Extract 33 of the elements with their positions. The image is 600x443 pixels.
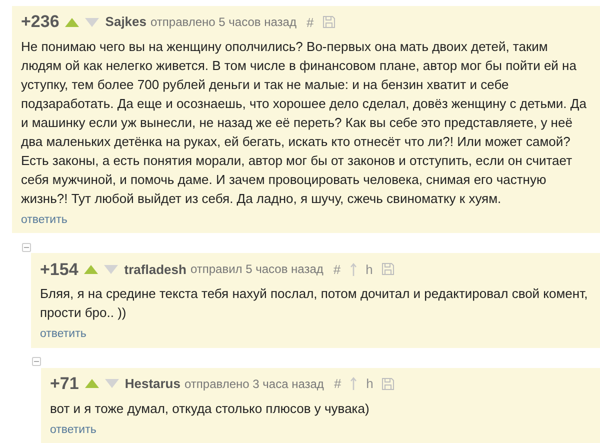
downvote-icon[interactable] (104, 379, 119, 388)
upvote-icon[interactable] (65, 18, 80, 26)
tool-link[interactable]: # (334, 377, 342, 390)
downvote-icon[interactable] (85, 18, 100, 26)
save-icon[interactable] (382, 378, 394, 390)
reply-link[interactable]: ответить (40, 326, 86, 344)
author-link[interactable]: trafladesh (124, 260, 186, 279)
tool-link[interactable]: # (306, 16, 314, 28)
collapse-icon[interactable] (32, 357, 41, 366)
upvote-icon[interactable] (84, 379, 99, 388)
comment-time: отправил 5 часов назад (190, 261, 324, 278)
tool-link[interactable]: # (333, 262, 341, 276)
reply-link[interactable]: ответить (21, 212, 68, 230)
downvote-icon[interactable] (104, 264, 118, 274)
author-link[interactable]: Sajkes (105, 12, 146, 32)
save-icon[interactable] (382, 263, 394, 276)
author-link[interactable]: Hestarus (124, 374, 180, 394)
comment-text: Бляя, я на средине текста тебя нахуй послал, потом дочитал и редактировал свой комент, прости бро.. )) (40, 285, 589, 322)
reply-link[interactable]: ответить (50, 422, 96, 439)
arrow-up-icon[interactable] (350, 262, 357, 276)
save-icon[interactable] (322, 16, 335, 28)
tool-link[interactable]: h (366, 262, 373, 276)
comment-score: +154 (40, 258, 78, 280)
collapse-icon[interactable] (22, 242, 31, 252)
comment-time: отправлено 5 часов назад (150, 14, 296, 31)
comment-score: +71 (50, 372, 79, 395)
tool-link[interactable]: h (366, 377, 374, 390)
upvote-icon[interactable] (84, 264, 98, 274)
comment-time: отправлено 3 часа назад (184, 376, 324, 392)
comment-text: Не понимаю чего вы на женщину ополчились? Во-первых она мать двоих детей, таким людям ой как нелегко живется. В том числе в финансовом плане, автор мог бы пойти ей на уступку, тем более 700 рублей деньги и так не малые: и на бензин хватит и себе подзаработать. Да еще и осознаешь, что хорошее дело сделал, довёз женщину с детьми. Да и машинку если уж вынесли, не назад же её переть? Как вы себе это представляете, у неё два маленьких детёнка на руках, ей бегать, искать кто отнесёт что ли?! Или может самой? Есть законы, а есть понятия морали, автор мог бы от законов и отступить, если он считает себя мужчиной, и помочь даме. И зачем провоцировать человека, снимая его частную жизнь?! Тут любой выйдет из себя. Да ладно, я шучу, сжечь свиноматку к хуям. (21, 38, 588, 208)
comment-text: вот и я тоже думал, откуда столько плюсов у чувака) (50, 400, 370, 418)
arrow-up-icon[interactable] (350, 377, 358, 390)
comment-score: +236 (21, 11, 60, 34)
